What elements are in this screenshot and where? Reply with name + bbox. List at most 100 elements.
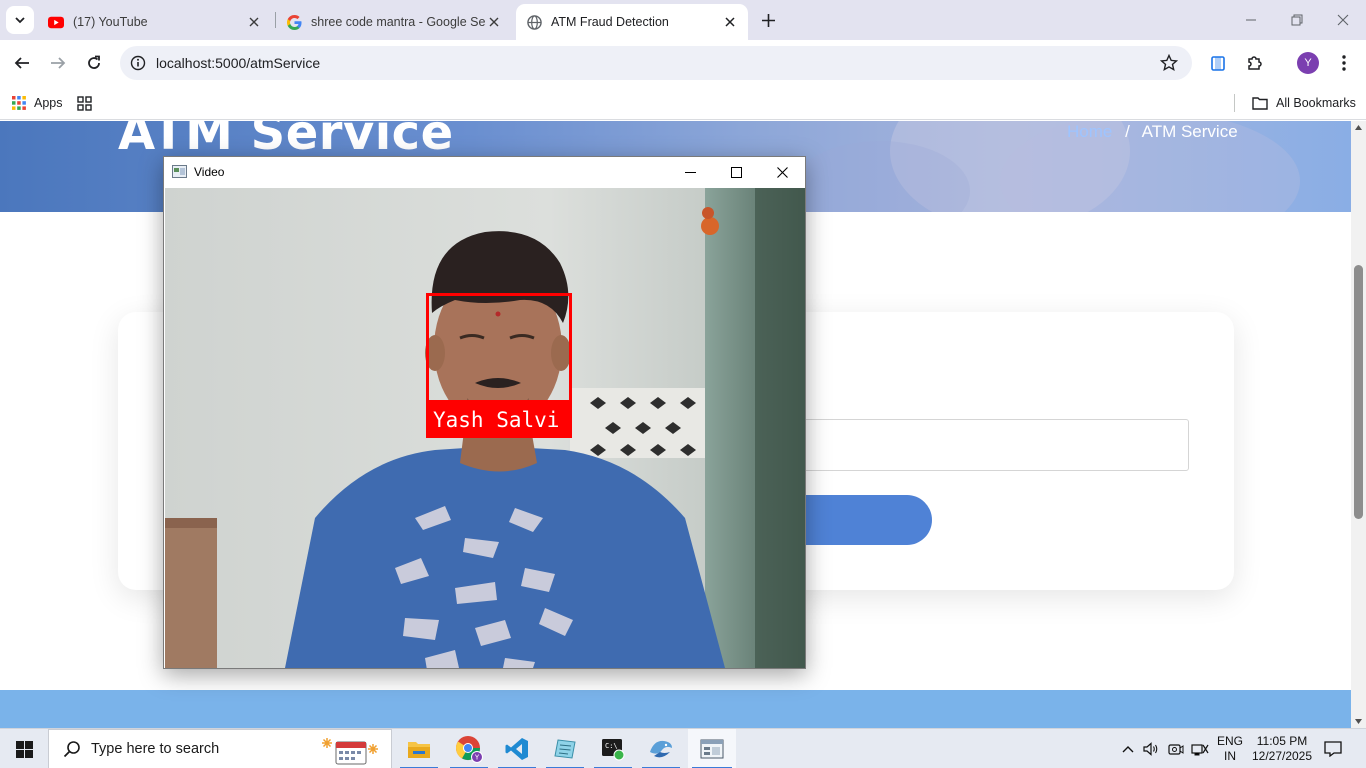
tab-groups-button[interactable] bbox=[77, 86, 92, 120]
taskbar-notepad[interactable] bbox=[542, 729, 588, 768]
reload-button[interactable] bbox=[80, 49, 108, 77]
url-text: localhost:5000/atmService bbox=[156, 55, 321, 71]
taskbar-terminal[interactable]: C:\ bbox=[590, 729, 636, 768]
scroll-down-icon[interactable] bbox=[1354, 717, 1363, 726]
tray-network[interactable] bbox=[1188, 729, 1212, 768]
forward-button[interactable] bbox=[44, 49, 72, 77]
speaker-icon bbox=[1143, 742, 1158, 756]
breadcrumb-home-link[interactable]: Home bbox=[1067, 122, 1112, 141]
bookmarks-divider bbox=[1234, 86, 1235, 120]
taskbar-video-window[interactable] bbox=[688, 729, 736, 768]
more-vertical-icon bbox=[1342, 55, 1346, 71]
language-region: IN bbox=[1224, 749, 1236, 763]
new-tab-button[interactable] bbox=[756, 8, 780, 32]
tab-atm-fraud-detection[interactable]: ATM Fraud Detection bbox=[516, 4, 748, 40]
python-icon bbox=[650, 740, 672, 758]
tab-google-search[interactable]: shree code mantra - Google Search bbox=[276, 4, 512, 40]
vscode-icon bbox=[505, 738, 528, 760]
video-window-icon bbox=[700, 739, 724, 759]
puzzle-icon bbox=[1247, 55, 1262, 70]
tray-overflow-button[interactable] bbox=[1118, 729, 1138, 768]
taskbar-file-explorer[interactable] bbox=[396, 729, 442, 768]
svg-text:Y: Y bbox=[474, 754, 480, 762]
globe-icon bbox=[526, 14, 542, 30]
network-icon bbox=[1191, 744, 1209, 756]
face-detection-box bbox=[426, 293, 572, 403]
clock-date: 12/27/2025 bbox=[1251, 749, 1313, 763]
video-window-title: Video bbox=[194, 165, 225, 179]
tray-notifications[interactable] bbox=[1318, 729, 1348, 768]
profile-avatar[interactable]: Y bbox=[1297, 52, 1319, 74]
close-tab-icon[interactable] bbox=[486, 14, 502, 30]
folder-icon bbox=[1252, 97, 1268, 110]
footer-band bbox=[0, 690, 1351, 728]
reload-icon bbox=[88, 55, 100, 69]
browser-toolbar: localhost:5000/atmService Y bbox=[0, 40, 1366, 86]
windows-logo-icon bbox=[15, 740, 33, 758]
breadcrumb: Home / ATM Service bbox=[1067, 122, 1238, 142]
chrome-icon: Y bbox=[456, 736, 483, 763]
terminal-icon: C:\ bbox=[602, 739, 625, 761]
page-title: ATM Service bbox=[118, 121, 454, 161]
arrow-left-icon bbox=[14, 57, 29, 69]
bookmark-label: All Bookmarks bbox=[1276, 96, 1356, 110]
video-maximize-button[interactable] bbox=[713, 157, 759, 187]
taskbar-search-box[interactable]: Type here to search bbox=[48, 729, 392, 768]
bookmark-star-icon[interactable] bbox=[1160, 54, 1178, 72]
video-window-titlebar[interactable]: Video bbox=[164, 157, 805, 187]
webcam-feed: Yash Salvi bbox=[165, 188, 805, 668]
taskbar-python[interactable] bbox=[638, 729, 684, 768]
tab-youtube[interactable]: (17) YouTube bbox=[38, 4, 272, 40]
tray-clock[interactable]: 11:05 PM 12/27/2025 bbox=[1248, 729, 1316, 768]
back-button[interactable] bbox=[8, 49, 36, 77]
clock-time: 11:05 PM bbox=[1256, 734, 1308, 748]
tab-title: (17) YouTube bbox=[73, 15, 148, 29]
tab-title: shree code mantra - Google Search bbox=[311, 15, 486, 29]
reading-mode-button[interactable] bbox=[1204, 49, 1232, 77]
browser-menu-button[interactable] bbox=[1330, 49, 1358, 77]
page-scrollbar[interactable] bbox=[1351, 121, 1366, 728]
breadcrumb-current: ATM Service bbox=[1141, 122, 1238, 141]
video-minimize-button[interactable] bbox=[667, 157, 713, 187]
arrow-right-icon bbox=[51, 57, 66, 69]
search-icon bbox=[63, 741, 80, 758]
close-window-button[interactable] bbox=[1320, 0, 1366, 40]
chevron-down-icon bbox=[15, 17, 25, 24]
tray-language[interactable]: ENG IN bbox=[1212, 729, 1248, 768]
calendar-highlight-icon bbox=[322, 738, 378, 765]
language-code: ENG bbox=[1216, 734, 1243, 748]
plus-icon bbox=[761, 13, 775, 27]
tray-camera[interactable] bbox=[1164, 729, 1188, 768]
close-icon bbox=[1337, 14, 1349, 26]
detected-face-label: Yash Salvi bbox=[426, 402, 572, 438]
video-window[interactable]: Video Yash Salvi bbox=[163, 156, 806, 669]
taskbar-chrome[interactable]: Y bbox=[446, 729, 492, 768]
minimize-button[interactable] bbox=[1228, 0, 1274, 40]
tab-title: ATM Fraud Detection bbox=[551, 15, 669, 29]
camera-in-use-icon bbox=[1168, 744, 1184, 755]
tab-search-button[interactable] bbox=[6, 6, 34, 34]
document-icon bbox=[1211, 56, 1225, 71]
start-button[interactable] bbox=[0, 729, 48, 768]
windows-taskbar: Type here to search Y C:\ ENG IN 11:05 P… bbox=[0, 728, 1366, 768]
close-tab-icon[interactable] bbox=[722, 14, 738, 30]
tray-volume[interactable] bbox=[1140, 729, 1162, 768]
minimize-icon bbox=[1246, 19, 1256, 21]
taskbar-vscode[interactable] bbox=[494, 729, 540, 768]
window-app-icon bbox=[172, 165, 187, 178]
bookmark-apps[interactable]: Apps bbox=[12, 86, 63, 120]
scroll-up-icon[interactable] bbox=[1354, 123, 1363, 132]
video-close-button[interactable] bbox=[759, 157, 805, 187]
breadcrumb-separator: / bbox=[1125, 122, 1130, 141]
close-tab-icon[interactable] bbox=[246, 14, 262, 30]
bookmark-label: Apps bbox=[34, 96, 63, 110]
extensions-button[interactable] bbox=[1240, 49, 1268, 77]
restore-icon bbox=[1291, 14, 1303, 26]
site-info-icon[interactable] bbox=[130, 55, 146, 71]
scrollbar-thumb[interactable] bbox=[1354, 265, 1363, 519]
restore-button[interactable] bbox=[1274, 0, 1320, 40]
chevron-up-icon bbox=[1122, 746, 1134, 753]
search-placeholder: Type here to search bbox=[91, 741, 220, 757]
address-bar[interactable]: localhost:5000/atmService bbox=[120, 46, 1192, 80]
all-bookmarks-button[interactable]: All Bookmarks bbox=[1252, 86, 1356, 120]
